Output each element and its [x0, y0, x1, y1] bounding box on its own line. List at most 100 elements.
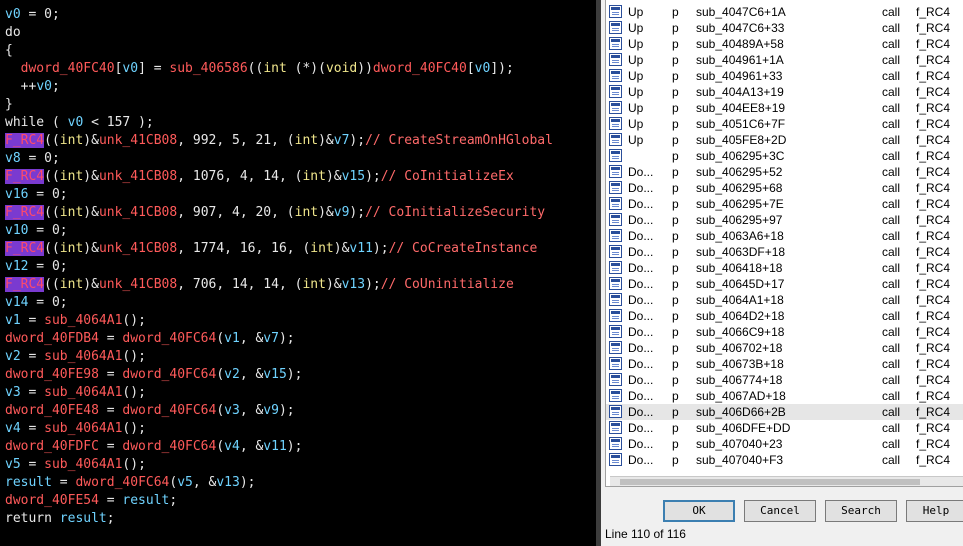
xref-type: p — [672, 117, 679, 131]
code-line[interactable]: F_RC4((int)&unk_41CB08, 706, 14, 14, (in… — [5, 276, 514, 294]
xref-row[interactable]: Up p sub_404961+1A call f_RC4 — [606, 52, 963, 68]
code-token: v11 — [263, 439, 287, 454]
code-line[interactable]: } — [5, 96, 13, 114]
xref-address: sub_405FE8+2D — [696, 133, 787, 147]
code-token: v11 — [349, 241, 373, 256]
xref-instruction: call — [882, 149, 901, 163]
code-line[interactable]: while ( v0 < 157 ); — [5, 114, 154, 132]
code-token: = — [98, 493, 123, 508]
xref-row[interactable]: Do... p sub_4064D2+18 call f_RC4 — [606, 308, 963, 324]
code-line[interactable]: F_RC4((int)&unk_41CB08, 907, 4, 20, (int… — [5, 204, 545, 222]
pseudocode-view[interactable]: v0 = 0; do { dword_40FC40[v0] = sub_406586… — [0, 0, 596, 546]
xref-row[interactable]: Up p sub_40489A+58 call f_RC4 — [606, 36, 963, 52]
xref-direction: Do... — [628, 181, 654, 195]
code-line[interactable]: F_RC4((int)&unk_41CB08, 992, 5, 21, (int… — [5, 132, 553, 150]
code-line[interactable]: return result; — [5, 510, 115, 528]
code-line[interactable]: v0 = 0; — [5, 6, 60, 24]
xref-row[interactable]: Do... p sub_407040+F3 call f_RC4 — [606, 452, 963, 468]
code-line[interactable]: F_RC4((int)&unk_41CB08, 1774, 16, 16, (i… — [5, 240, 537, 258]
xref-row[interactable]: Do... p sub_40645D+17 call f_RC4 — [606, 276, 963, 292]
xref-row[interactable]: Up p sub_4047C6+1A call f_RC4 — [606, 4, 963, 20]
xref-row[interactable]: Do... p sub_4064A1+18 call f_RC4 — [606, 292, 963, 308]
xref-direction: Do... — [628, 341, 654, 355]
xref-address: sub_4063DF+18 — [696, 245, 786, 259]
code-line[interactable]: v14 = 0; — [5, 294, 68, 312]
xref-row[interactable]: Do... p sub_40673B+18 call f_RC4 — [606, 356, 963, 372]
xref-row[interactable]: Up p sub_405FE8+2D call f_RC4 — [606, 132, 963, 148]
code-line[interactable]: v5 = sub_4064A1(); — [5, 456, 146, 474]
xref-row[interactable]: Do... p sub_4063DF+18 call f_RC4 — [606, 244, 963, 260]
xref-type: p — [672, 101, 679, 115]
cancel-button[interactable]: Cancel — [744, 500, 816, 522]
code-token: F_RC4 — [5, 241, 45, 256]
xref-function: f_RC4 — [916, 213, 951, 227]
code-token: , 907, 4, 20, ( — [177, 205, 295, 220]
xref-instruction: call — [882, 5, 901, 19]
xref-instruction: call — [882, 357, 901, 371]
code-line[interactable]: v10 = 0; — [5, 222, 68, 240]
xref-function: f_RC4 — [916, 197, 951, 211]
code-token: , & — [192, 475, 217, 490]
xref-address: sub_406295+3C — [696, 149, 785, 163]
code-line[interactable]: result = dword_40FC64(v5, &v13); — [5, 474, 255, 492]
code-token: (( — [44, 205, 60, 220]
xref-function: f_RC4 — [916, 85, 951, 99]
code-line[interactable]: dword_40FE48 = dword_40FC64(v3, &v9); — [5, 402, 295, 420]
search-button[interactable]: Search — [825, 500, 897, 522]
scrollbar-thumb[interactable] — [620, 479, 920, 485]
code-line[interactable]: v1 = sub_4064A1(); — [5, 312, 146, 330]
code-line[interactable]: do — [5, 24, 21, 42]
ok-button[interactable]: OK — [663, 500, 735, 522]
code-line[interactable]: v4 = sub_4064A1(); — [5, 420, 146, 438]
xref-row[interactable]: Do... p sub_4067AD+18 call f_RC4 — [606, 388, 963, 404]
xref-code-icon — [609, 421, 622, 434]
code-line[interactable]: v12 = 0; — [5, 258, 68, 276]
xref-row[interactable]: Do... p sub_406295+52 call f_RC4 — [606, 164, 963, 180]
xref-row[interactable]: Do... p sub_4066C9+18 call f_RC4 — [606, 324, 963, 340]
code-line[interactable]: dword_40FE98 = dword_40FC64(v2, &v15); — [5, 366, 302, 384]
code-line[interactable]: { — [5, 42, 13, 60]
help-button[interactable]: Help — [906, 500, 963, 522]
code-token: ( — [216, 367, 225, 382]
xref-row[interactable]: Up p sub_404961+33 call f_RC4 — [606, 68, 963, 84]
code-token: sub_4064A1 — [44, 349, 123, 364]
xref-row[interactable]: Do... p sub_407040+23 call f_RC4 — [606, 436, 963, 452]
xref-row[interactable]: Do... p sub_406DFE+DD call f_RC4 — [606, 420, 963, 436]
xref-row[interactable]: Up p sub_404EE8+19 call f_RC4 — [606, 100, 963, 116]
xref-function: f_RC4 — [916, 277, 951, 291]
xref-list[interactable]: Up p sub_4047C6+1A call f_RC4 Up p sub_4047C6+3… — [605, 0, 963, 487]
code-line[interactable]: v8 = 0; — [5, 150, 60, 168]
xref-row[interactable]: Do... p sub_406418+18 call f_RC4 — [606, 260, 963, 276]
code-line[interactable]: F_RC4((int)&unk_41CB08, 1076, 4, 14, (in… — [5, 168, 514, 186]
xref-address: sub_40645D+17 — [696, 277, 785, 291]
xref-row[interactable]: Up p sub_4047C6+33 call f_RC4 — [606, 20, 963, 36]
code-token: v13 — [341, 277, 366, 292]
xref-row[interactable]: Do... p sub_406295+7E call f_RC4 — [606, 196, 963, 212]
code-line[interactable]: dword_40FE54 = result; — [5, 492, 177, 510]
horizontal-scrollbar[interactable] — [610, 476, 963, 486]
code-line[interactable]: dword_40FC40[v0] = sub_406586((int (*)(v… — [5, 60, 514, 78]
code-line[interactable]: dword_40FDFC = dword_40FC64(v4, &v11); — [5, 438, 302, 456]
xref-row[interactable]: Do... p sub_406702+18 call f_RC4 — [606, 340, 963, 356]
xref-type: p — [672, 373, 679, 387]
xref-instruction: call — [882, 21, 901, 35]
code-line[interactable]: v2 = sub_4064A1(); — [5, 348, 146, 366]
xref-row[interactable]: Do... p sub_406774+18 call f_RC4 — [606, 372, 963, 388]
code-line[interactable]: v3 = sub_4064A1(); — [5, 384, 146, 402]
xref-instruction: call — [882, 213, 901, 227]
code-token: (); — [122, 349, 146, 364]
xref-row[interactable]: Do... p sub_4063A6+18 call f_RC4 — [606, 228, 963, 244]
code-token: // CreateStreamOnHGlobal — [365, 133, 553, 148]
xref-row[interactable]: Do... p sub_406295+97 call f_RC4 — [606, 212, 963, 228]
code-line[interactable]: v16 = 0; — [5, 186, 68, 204]
xref-type: p — [672, 277, 679, 291]
code-token: = 0; — [20, 7, 60, 22]
code-token: do — [5, 25, 21, 40]
code-line[interactable]: dword_40FDB4 = dword_40FC64(v1, &v7); — [5, 330, 295, 348]
xref-row[interactable]: Up p sub_4051C6+7F call f_RC4 — [606, 116, 963, 132]
code-line[interactable]: ++v0; — [5, 78, 60, 96]
xref-row[interactable]: Up p sub_404A13+19 call f_RC4 — [606, 84, 963, 100]
xref-row[interactable]: Do... p sub_406295+68 call f_RC4 — [606, 180, 963, 196]
xref-row[interactable]: Do... p sub_406D66+2B call f_RC4 — [606, 404, 963, 420]
xref-row[interactable]: p sub_406295+3C call f_RC4 — [606, 148, 963, 164]
